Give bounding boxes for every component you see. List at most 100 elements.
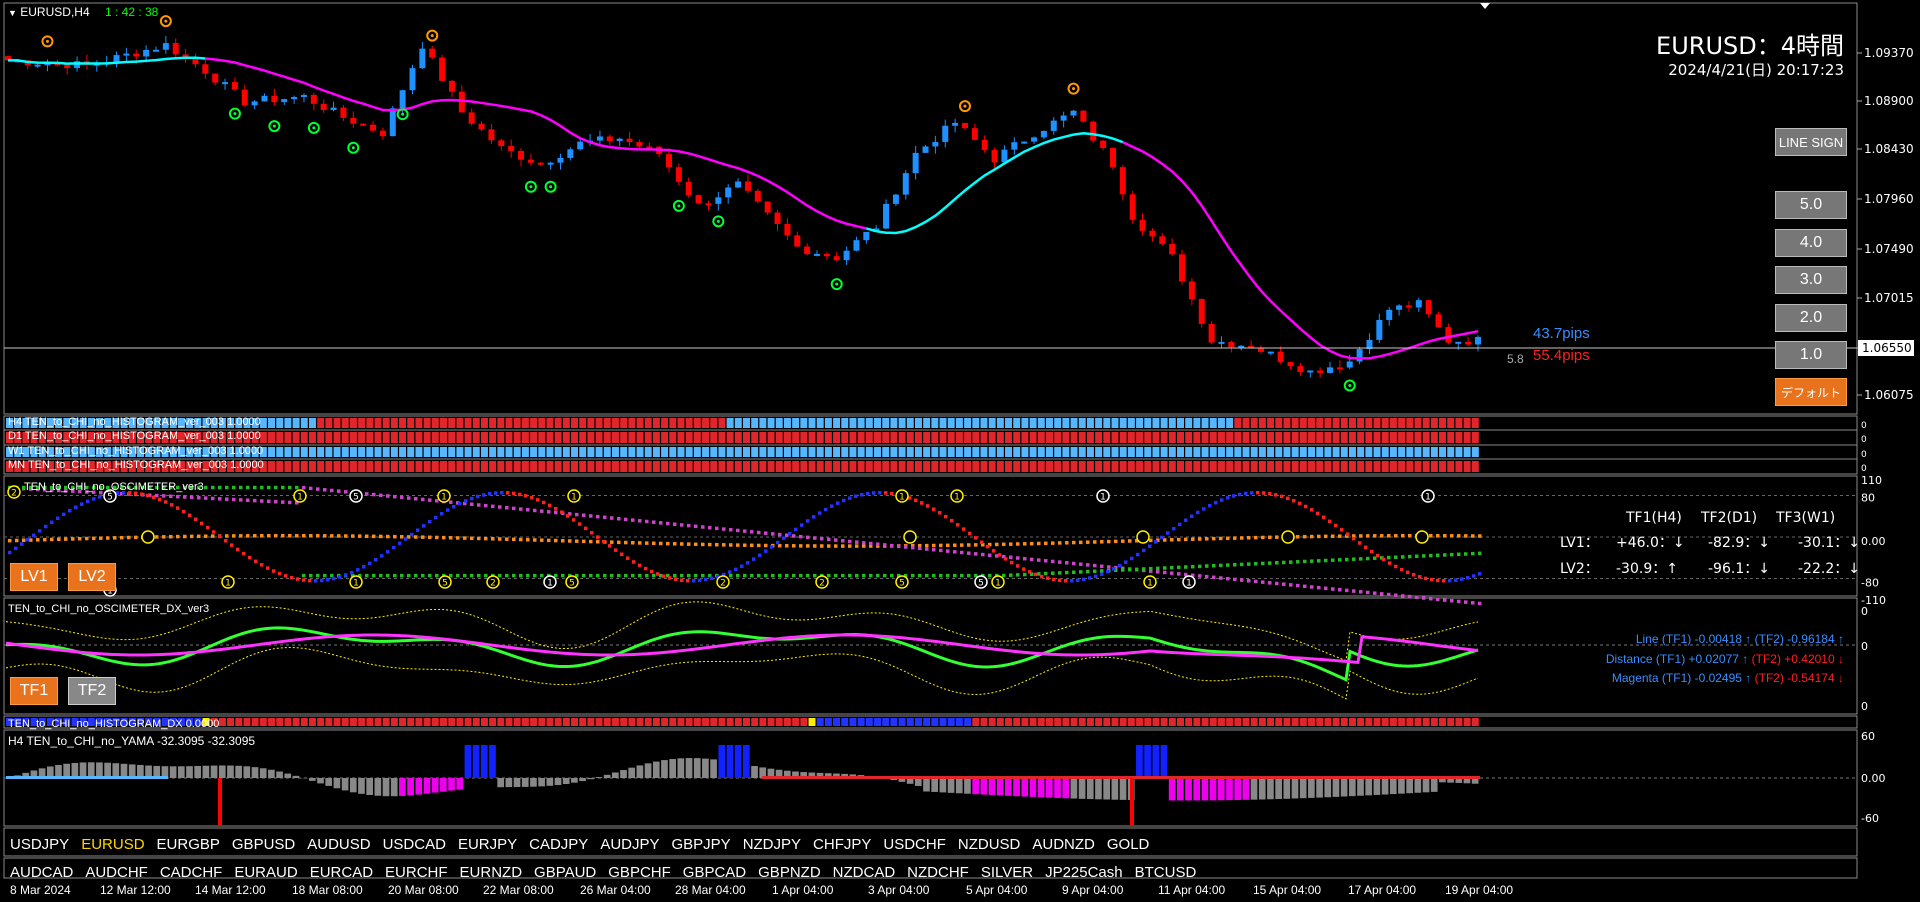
histogram-dx-bar <box>480 718 488 726</box>
osc-orange-dot <box>1387 534 1391 538</box>
histogram-bar <box>1209 461 1217 472</box>
osc-wave-dot <box>350 570 354 575</box>
yama-red-segment <box>762 776 1480 779</box>
osc-wave-dot <box>1370 549 1374 554</box>
osc-wave-dot <box>374 558 378 562</box>
level-2-button[interactable]: 2.0 <box>1775 304 1847 332</box>
symbol-eurusd[interactable]: EURUSD <box>81 836 144 853</box>
symbol-eurjpy[interactable]: EURJPY <box>458 836 517 853</box>
histogram-bar <box>702 418 710 428</box>
yama-bar <box>399 778 406 796</box>
symbol-audcad[interactable]: AUDCAD <box>10 864 73 881</box>
osc-wave-dot <box>524 494 528 498</box>
histogram-dx-bar <box>349 718 357 726</box>
symbol-chfjpy[interactable]: CHFJPY <box>813 836 871 853</box>
osc-orange-dot <box>1107 539 1111 544</box>
histogram-bar <box>399 418 407 428</box>
histogram-bar <box>489 447 497 457</box>
histogram-bar <box>857 432 865 443</box>
histogram-bar <box>268 432 276 443</box>
level-3-button[interactable]: 3.0 <box>1775 266 1847 294</box>
symbol-gold[interactable]: GOLD <box>1107 836 1150 853</box>
candle-body <box>34 64 41 67</box>
histogram-bar <box>300 447 308 457</box>
buy-signal-dot <box>835 282 839 286</box>
symbol-audusd[interactable]: AUDUSD <box>307 836 370 853</box>
line-sign-button[interactable]: LINE SIGN <box>1775 128 1847 156</box>
symbol-silver[interactable]: SILVER <box>981 864 1033 881</box>
histogram-bar <box>1095 461 1103 472</box>
histogram-dx-strip <box>6 718 1479 726</box>
lv2-button[interactable]: LV2 <box>68 563 116 591</box>
symbol-audchf[interactable]: AUDCHF <box>85 864 148 881</box>
osc-orange-dot <box>1464 534 1468 538</box>
level-4-button[interactable]: 4.0 <box>1775 229 1847 257</box>
symbol-gbpcad[interactable]: GBPCAD <box>683 864 746 881</box>
symbol-gbpaud[interactable]: GBPAUD <box>534 864 596 881</box>
yama-bar <box>1152 745 1160 778</box>
chart-canvas[interactable]: 2 5 1 5 1 1 1 1 1 11 1 5 2 1 5 2 2 5 5 1 1 11110800.00-80-110… <box>0 0 1920 902</box>
osc-magenta-dot <box>1268 581 1272 585</box>
histogram-bar <box>1455 418 1463 428</box>
symbol-jp225cash[interactable]: JP225Cash <box>1045 864 1123 881</box>
yama-bar <box>751 766 758 778</box>
tf1-button[interactable]: TF1 <box>10 677 58 705</box>
symbol-eurchf[interactable]: EURCHF <box>385 864 448 881</box>
tf2-button[interactable]: TF2 <box>68 677 116 705</box>
histogram-dx-bar <box>227 718 235 726</box>
histogram-bar <box>743 461 750 472</box>
osc-orange-dot <box>239 534 243 538</box>
level-1-button[interactable]: 1.0 <box>1775 341 1847 369</box>
histogram-bar <box>726 418 734 428</box>
osc-magenta-dot <box>897 544 901 549</box>
candle-body <box>360 123 367 126</box>
symbol-euraud[interactable]: EURAUD <box>234 864 297 881</box>
histogram-bar <box>1201 447 1209 457</box>
symbol-gbpusd[interactable]: GBPUSD <box>232 836 295 853</box>
histogram-bar <box>931 447 939 457</box>
symbol-eurcad[interactable]: EURCAD <box>310 864 373 881</box>
histogram-dx-bar <box>1340 718 1348 726</box>
symbol-audjpy[interactable]: AUDJPY <box>600 836 659 853</box>
dropdown-triangle-icon[interactable]: ▼ <box>8 8 17 18</box>
osc-magenta-dot <box>428 498 432 502</box>
histogram-dx-bar <box>1136 718 1144 726</box>
symbol-cadjpy[interactable]: CADJPY <box>529 836 588 853</box>
histogram-dx-bar <box>1414 718 1422 726</box>
histogram-bar <box>1381 461 1389 472</box>
symbol-nzdusd[interactable]: NZDUSD <box>958 836 1021 853</box>
histogram-bar <box>292 432 300 443</box>
lv1-button[interactable]: LV1 <box>10 563 58 591</box>
histogram-dx-bar <box>1005 718 1013 726</box>
histogram-bar <box>914 447 922 457</box>
default-button[interactable]: デフォルト <box>1775 378 1847 406</box>
symbol-nzdcad[interactable]: NZDCAD <box>833 864 896 881</box>
candle-body <box>271 95 278 103</box>
osc-wave-dot <box>362 565 366 569</box>
symbol-gbpnzd[interactable]: GBPNZD <box>758 864 821 881</box>
candle-body <box>922 146 929 153</box>
symbol-nzdchf[interactable]: NZDCHF <box>907 864 969 881</box>
histogram-bar <box>1226 461 1234 472</box>
symbol-cadchf[interactable]: CADCHF <box>160 864 223 881</box>
symbol-usdjpy[interactable]: USDJPY <box>10 836 69 853</box>
level-5-button[interactable]: 5.0 <box>1775 191 1847 219</box>
candle-body <box>1179 254 1186 282</box>
symbol-eurnzd[interactable]: EURNZD <box>460 864 523 881</box>
symbol-eurgbp[interactable]: EURGBP <box>157 836 220 853</box>
yama-bar <box>939 778 947 793</box>
symbol-nzdjpy[interactable]: NZDJPY <box>743 836 801 853</box>
histogram-bar <box>349 432 357 443</box>
yama-bar <box>1348 778 1356 797</box>
symbol-usdchf[interactable]: USDCHF <box>883 836 946 853</box>
histogram-dx-bar <box>792 718 800 726</box>
histogram-bar <box>1348 461 1356 472</box>
symbol-audnzd[interactable]: AUDNZD <box>1032 836 1095 853</box>
osc-wave-dot <box>1208 503 1212 508</box>
symbol-usdcad[interactable]: USDCAD <box>383 836 446 853</box>
osc-wave-dot <box>554 506 558 511</box>
candle-body <box>744 181 751 191</box>
symbol-btcusd[interactable]: BTCUSD <box>1135 864 1197 881</box>
symbol-gbpjpy[interactable]: GBPJPY <box>672 836 731 853</box>
symbol-gbpchf[interactable]: GBPCHF <box>608 864 671 881</box>
